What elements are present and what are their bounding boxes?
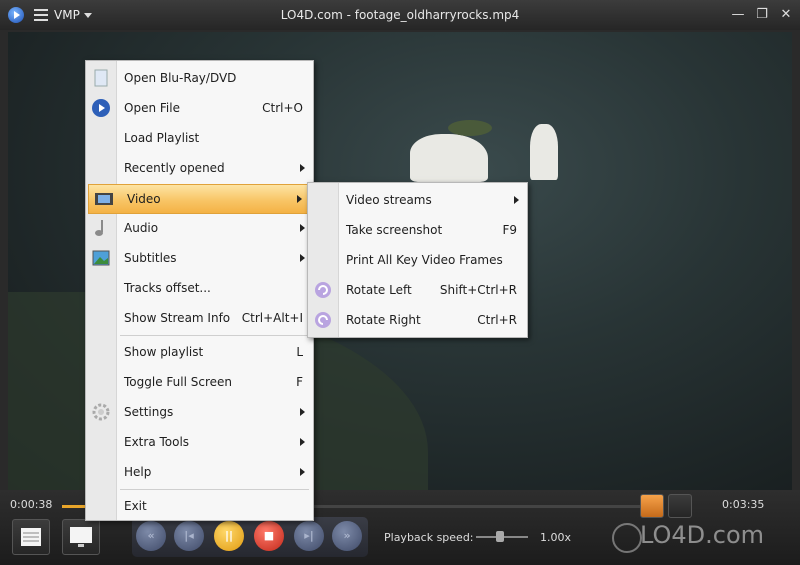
- menu-item-label: Help: [124, 465, 152, 479]
- submenu-arrow-icon: [300, 438, 305, 446]
- menu-item-print-all-key-video-frames[interactable]: Print All Key Video Frames: [308, 246, 527, 274]
- menu-item-tracks-offset[interactable]: Tracks offset...: [86, 274, 313, 302]
- menu-item-extra-tools[interactable]: Extra Tools: [86, 428, 313, 456]
- menu-item-label: Settings: [124, 405, 174, 419]
- submenu-arrow-icon: [300, 224, 305, 232]
- grass-cap: [448, 120, 492, 136]
- previous-button[interactable]: |◂: [174, 521, 204, 551]
- menu-item-open-blu-ray-dvd[interactable]: Open Blu-Ray/DVD: [86, 64, 313, 92]
- menu-item-exit[interactable]: Exit: [86, 492, 313, 520]
- restore-button[interactable]: ❐: [752, 6, 772, 24]
- submenu-arrow-icon: [297, 195, 302, 203]
- monitor-icon: [70, 527, 92, 547]
- menu-item-load-playlist[interactable]: Load Playlist: [86, 124, 313, 152]
- close-button[interactable]: ✕: [776, 6, 796, 24]
- menu-item-rotate-right[interactable]: Rotate Right Ctrl+R: [308, 306, 527, 334]
- submenu-arrow-icon: [300, 468, 305, 476]
- menu-item-label: Extra Tools: [124, 435, 190, 449]
- fullscreen-button[interactable]: [62, 519, 100, 555]
- play-circle-icon: [91, 98, 111, 118]
- menu-item-show-playlist[interactable]: Show playlist L: [86, 338, 313, 366]
- rotate-right-icon: [313, 310, 333, 330]
- menu-item-take-screenshot[interactable]: Take screenshot F9: [308, 216, 527, 244]
- menu-separator: [120, 335, 309, 336]
- menu-item-video-streams[interactable]: Video streams: [308, 186, 527, 214]
- menu-item-label: Exit: [124, 499, 147, 513]
- watermark-globe-icon: [612, 523, 642, 553]
- menu-item-shortcut: Ctrl+R: [477, 313, 517, 327]
- submenu-arrow-icon: [300, 408, 305, 416]
- picture-icon: [91, 248, 111, 268]
- menu-item-label: Show playlist: [124, 345, 204, 359]
- menu-item-label: Tracks offset...: [124, 281, 211, 295]
- menu-item-label: Rotate Left: [346, 283, 412, 297]
- submenu-arrow-icon: [514, 196, 519, 204]
- menu-item-label: Open File: [124, 101, 180, 115]
- submenu-arrow-icon: [300, 164, 305, 172]
- menu-item-label: Video streams: [346, 193, 432, 207]
- fast-forward-button[interactable]: »: [332, 521, 362, 551]
- menu-item-label: Show Stream Info: [124, 311, 231, 325]
- menu-item-label: Load Playlist: [124, 131, 200, 145]
- transport-controls: « |◂ || ■ ▸| »: [132, 517, 368, 557]
- menu-item-open-file[interactable]: Open File Ctrl+O: [86, 94, 313, 122]
- menu-item-label: Take screenshot: [346, 223, 443, 237]
- menu-item-shortcut: F9: [502, 223, 517, 237]
- window-title: LO4D.com - footage_oldharryrocks.mp4: [280, 8, 520, 22]
- title-bar: VMP LO4D.com - footage_oldharryrocks.mp4…: [0, 0, 800, 30]
- menu-item-label: Toggle Full Screen: [124, 375, 232, 389]
- total-time: 0:03:35: [722, 498, 765, 511]
- speed-slider-handle[interactable]: [496, 531, 504, 542]
- screenshot-tool-icon[interactable]: [640, 494, 664, 518]
- menu-item-shortcut: L: [296, 345, 303, 359]
- submenu-arrow-icon: [300, 254, 305, 262]
- menu-item-label: Subtitles: [124, 251, 177, 265]
- menu-separator: [120, 489, 309, 490]
- playback-speed-label: Playback speed:: [384, 531, 474, 544]
- rotate-left-icon: [313, 280, 333, 300]
- menu-item-settings[interactable]: Settings: [86, 398, 313, 426]
- main-menu: Open Blu-Ray/DVD Open File Ctrl+O Load Play…: [85, 60, 314, 521]
- menu-item-shortcut: Ctrl+O: [262, 101, 303, 115]
- menu-item-shortcut: F: [296, 375, 303, 389]
- menu-item-label: Recently opened: [124, 161, 225, 175]
- menu-item-recently-opened[interactable]: Recently opened: [86, 154, 313, 182]
- menu-item-audio[interactable]: Audio: [86, 214, 313, 242]
- menu-item-video[interactable]: Video: [88, 184, 311, 214]
- chalk-stack-small: [530, 124, 558, 180]
- menu-item-shortcut: Shift+Ctrl+R: [439, 283, 517, 297]
- menu-item-show-stream-info[interactable]: Show Stream Info Ctrl+Alt+I: [86, 304, 313, 332]
- equalizer-icon[interactable]: [668, 494, 692, 518]
- menu-item-help[interactable]: Help: [86, 458, 313, 486]
- menu-item-label: Video: [127, 192, 161, 206]
- film-icon: [94, 189, 114, 209]
- stop-button[interactable]: ■: [254, 521, 284, 551]
- list-icon: [21, 528, 41, 546]
- gear-icon: [91, 402, 111, 422]
- menu-item-label: Open Blu-Ray/DVD: [124, 71, 237, 85]
- watermark-text: LO4D.com: [640, 521, 765, 549]
- video-submenu: Video streams Take screenshot F9 Print All …: [307, 182, 528, 338]
- menu-item-label: Rotate Right: [346, 313, 421, 327]
- menu-item-toggle-full-screen[interactable]: Toggle Full Screen F: [86, 368, 313, 396]
- menu-item-label: Audio: [124, 221, 159, 235]
- menu-item-subtitles[interactable]: Subtitles: [86, 244, 313, 272]
- disc-icon: [91, 68, 111, 88]
- pause-button[interactable]: ||: [214, 521, 244, 551]
- menu-item-label: Print All Key Video Frames: [346, 253, 503, 267]
- current-time: 0:00:38: [10, 498, 53, 511]
- menu-item-shortcut: Ctrl+Alt+I: [241, 311, 303, 325]
- playback-speed-value: 1.00x: [540, 531, 572, 544]
- music-note-icon: [91, 218, 111, 238]
- next-button[interactable]: ▸|: [294, 521, 324, 551]
- menu-item-rotate-left[interactable]: Rotate Left Shift+Ctrl+R: [308, 276, 527, 304]
- chalk-stack-large: [410, 134, 488, 182]
- minimize-button[interactable]: —: [728, 6, 748, 24]
- rewind-button[interactable]: «: [136, 521, 166, 551]
- playlist-button[interactable]: [12, 519, 50, 555]
